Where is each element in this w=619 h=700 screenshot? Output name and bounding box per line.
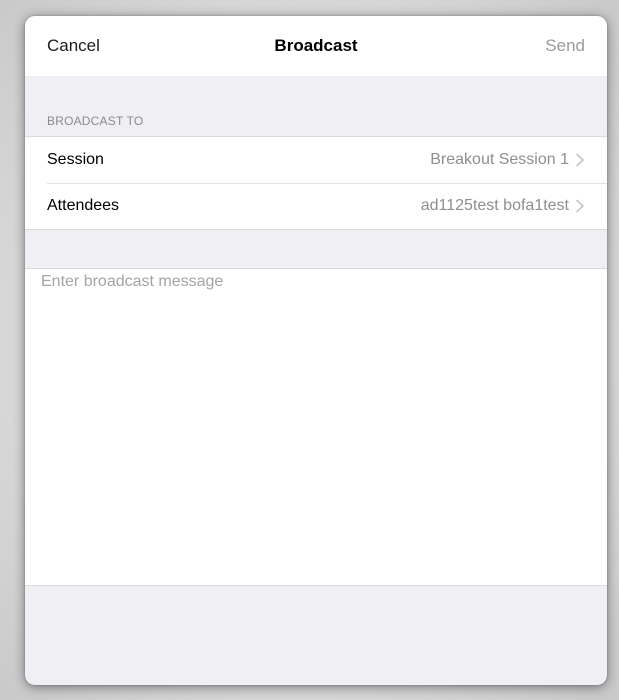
attendees-row[interactable]: Attendees ad1125test bofa1test [25,183,607,229]
session-value: Breakout Session 1 [430,151,569,168]
send-button[interactable]: Send [545,36,585,56]
broadcast-to-group: Session Breakout Session 1 Attendees ad1… [25,136,607,230]
broadcast-message-input[interactable] [41,273,591,573]
session-label: Session [47,151,104,168]
section-header-broadcast-to: BROADCAST TO [47,114,144,128]
navigation-bar: Cancel Broadcast Send [25,16,607,76]
attendees-label: Attendees [47,197,120,214]
chevron-right-icon [576,199,584,213]
session-row[interactable]: Session Breakout Session 1 [25,137,607,183]
message-area [25,268,607,586]
broadcast-sheet: Cancel Broadcast Send BROADCAST TO Sessi… [25,16,607,685]
page-title: Broadcast [274,36,358,55]
attendees-value: ad1125test bofa1test [420,197,569,214]
chevron-right-icon [576,153,584,167]
